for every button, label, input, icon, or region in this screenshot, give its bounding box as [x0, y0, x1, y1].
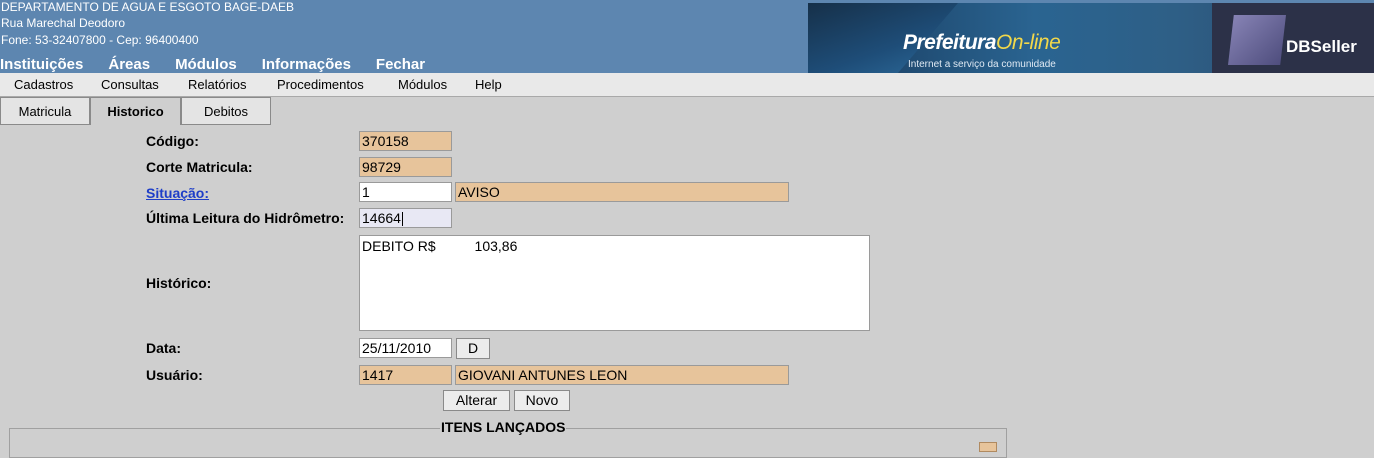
menu-help[interactable]: Help — [475, 77, 502, 92]
main-menu-areas[interactable]: Áreas — [108, 56, 150, 74]
main-menu-fechar[interactable]: Fechar — [376, 56, 425, 74]
menu-bar: Cadastros Consultas Relatórios Procedime… — [0, 73, 1374, 97]
codigo-label: Código: — [146, 133, 199, 149]
tab-matricula[interactable]: Matricula — [0, 97, 90, 125]
main-menu-informacoes[interactable]: Informações — [262, 56, 351, 74]
situacao-code-input[interactable]: 1 — [359, 182, 452, 202]
historico-textarea[interactable]: DEBITO R$ 103,86 — [359, 235, 870, 331]
itens-grid-corner — [979, 442, 997, 452]
corte-matricula-field: 98729 — [359, 157, 452, 177]
tab-debitos[interactable]: Debitos — [181, 97, 271, 125]
org-address: Rua Marechal Deodoro — [1, 16, 126, 30]
usuario-label: Usuário: — [146, 367, 203, 383]
tab-historico[interactable]: Historico — [90, 97, 181, 125]
main-menu-modulos[interactable]: Módulos — [175, 56, 237, 74]
menu-relatorios[interactable]: Relatórios — [188, 77, 247, 92]
codigo-field: 370158 — [359, 131, 452, 151]
prefeitura-logo: PrefeituraOn-line — [903, 31, 1061, 55]
dbseller-logo-text: DBSeller — [1286, 37, 1357, 56]
menu-modulos[interactable]: Módulos — [398, 77, 447, 92]
ultima-leitura-label: Última Leitura do Hidrômetro: — [146, 210, 345, 226]
main-menu-instituicoes[interactable]: Instituições — [0, 56, 83, 74]
org-name: DEPARTAMENTO DE AGUA E ESGOTO BAGE-DAEB — [1, 0, 294, 14]
situacao-desc-field: AVISO — [455, 182, 789, 202]
text-caret — [401, 212, 403, 227]
corte-matricula-label: Corte Matricula: — [146, 159, 253, 175]
usuario-id-field: 1417 — [359, 365, 452, 385]
prefeitura-logo-accent: On-line — [996, 31, 1061, 54]
banner-tagline: Internet a serviço da comunidade — [908, 59, 1056, 70]
dbseller-cube-icon — [1228, 15, 1286, 65]
dbseller-logo: DBSeller — [1212, 3, 1374, 73]
ultima-leitura-value: 14664 — [362, 210, 401, 226]
ultima-leitura-input[interactable]: 14664 — [359, 208, 452, 228]
menu-cadastros[interactable]: Cadastros — [14, 77, 73, 92]
org-contact: Fone: 53-32407800 - Cep: 96400400 — [1, 33, 199, 47]
menu-consultas[interactable]: Consultas — [101, 77, 159, 92]
historico-label: Histórico: — [146, 275, 212, 291]
situacao-link[interactable]: Situação: — [146, 185, 209, 201]
novo-button[interactable]: Novo — [514, 390, 570, 411]
date-picker-button[interactable]: D — [456, 338, 490, 359]
usuario-name-field: GIOVANI ANTUNES LEON — [455, 365, 789, 385]
data-label: Data: — [146, 340, 182, 356]
prefeitura-banner: PrefeituraOn-line Internet a serviço da … — [808, 3, 1374, 73]
header-bar: DEPARTAMENTO DE AGUA E ESGOTO BAGE-DAEB … — [0, 0, 1374, 73]
prefeitura-logo-text: Prefeitura — [903, 31, 997, 54]
main-menu: Instituições Áreas Módulos Informações F… — [0, 56, 450, 74]
alterar-button[interactable]: Alterar — [443, 390, 510, 411]
data-input[interactable]: 25/11/2010 — [359, 338, 452, 358]
itens-lancados-title: ITENS LANÇADOS — [440, 419, 567, 435]
menu-procedimentos[interactable]: Procedimentos — [277, 77, 364, 92]
